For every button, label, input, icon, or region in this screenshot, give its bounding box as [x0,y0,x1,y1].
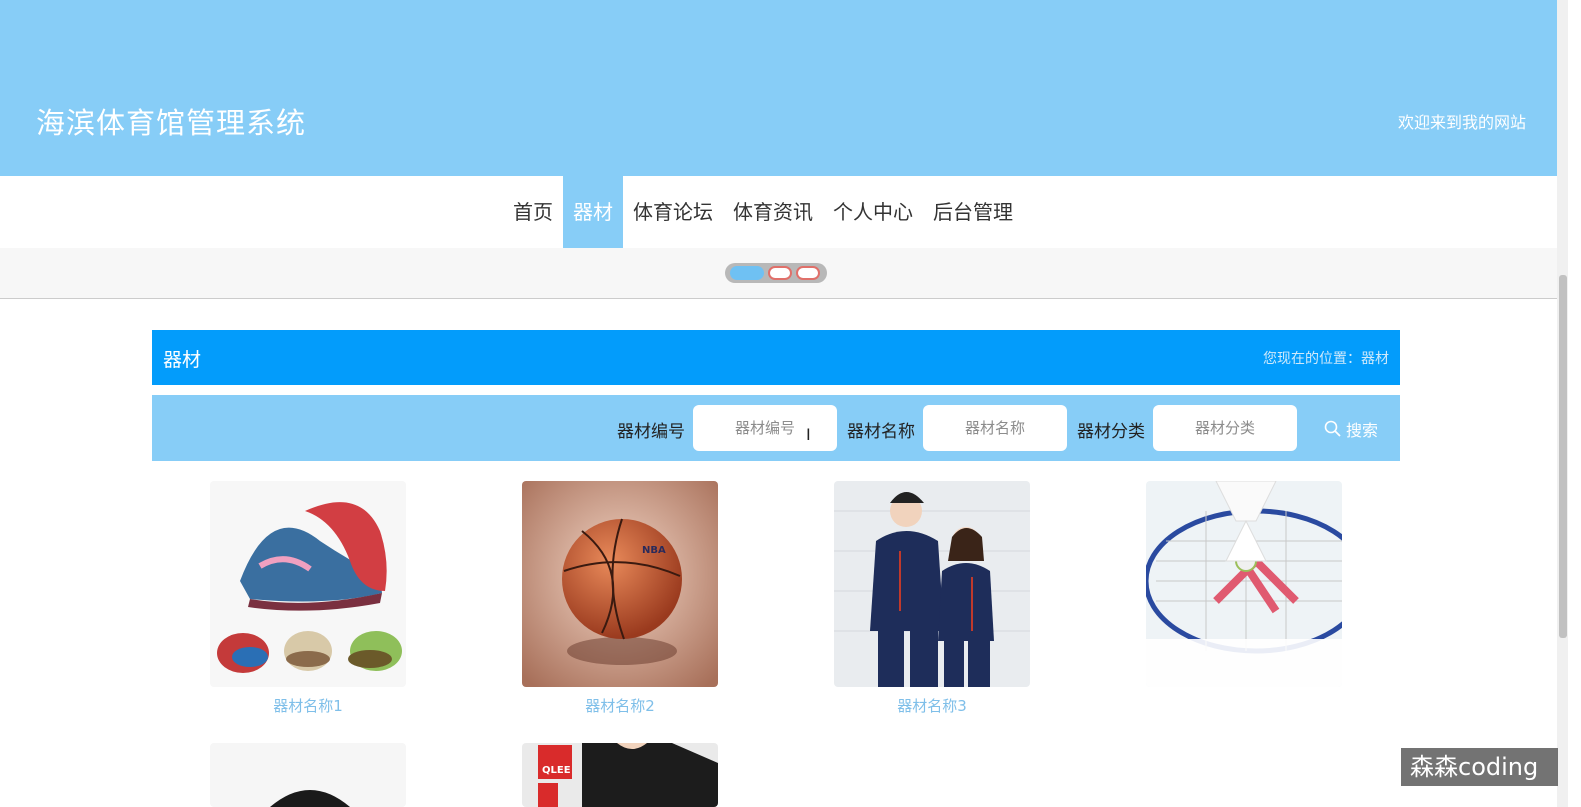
product-card[interactable]: 器材名称3 [834,481,1030,716]
welcome-text: 欢迎来到我的网站 [1397,113,1526,132]
site-header: 海滨体育馆管理系统 欢迎来到我的网站 [0,0,1557,176]
sneakers-image[interactable] [210,481,406,687]
site-title: 海滨体育馆管理系统 [36,106,307,140]
search-button-label: 搜索 [1346,421,1379,440]
nav-item-forum[interactable]: 体育论坛 [623,176,723,248]
product-card[interactable]: NBA 器材名称2 [522,481,718,716]
search-bar: 器材编号 器材名称 器材分类 搜索 [152,395,1400,461]
product-name[interactable]: 器材名称2 [522,695,718,716]
main-nav: 首页 器材 体育论坛 体育资讯 个人中心 后台管理 [0,176,1557,248]
breadcrumb: 您现在的位置：器材 [1263,351,1389,367]
carousel-dot-3[interactable] [796,266,820,280]
badminton-image[interactable] [1146,481,1342,687]
cap-image[interactable] [210,743,406,807]
section-title: 器材 [163,349,202,371]
carousel-indicators [725,263,827,283]
carousel-dot-1[interactable] [730,266,764,280]
text-cursor-icon: I [806,425,811,444]
tracksuit-image[interactable] [834,481,1030,687]
svg-text:QLEE: QLEE [542,765,571,776]
nav-item-equipment[interactable]: 器材 [563,176,623,248]
equipment-category-input[interactable] [1153,405,1297,451]
product-card[interactable] [1146,481,1342,695]
svg-text:NBA: NBA [642,545,666,556]
nav-item-home[interactable]: 首页 [503,176,563,248]
basketball-image[interactable]: NBA [522,481,718,687]
search-button[interactable]: 搜索 [1324,417,1378,441]
nav-item-news[interactable]: 体育资讯 [723,176,823,248]
equipment-number-label: 器材编号 [617,422,685,442]
nav-item-profile[interactable]: 个人中心 [823,176,923,248]
search-icon [1324,420,1341,437]
equipment-category-label: 器材分类 [1077,422,1145,442]
tshirt-image[interactable]: QLEE [522,743,718,807]
product-card[interactable]: 器材名称1 [210,481,406,716]
product-name[interactable]: 器材名称3 [834,695,1030,716]
equipment-number-input[interactable] [693,405,837,451]
nav-item-admin[interactable]: 后台管理 [923,176,1023,248]
section-header: 器材 您现在的位置：器材 [152,330,1400,385]
watermark: 森森coding [1401,748,1558,786]
equipment-name-input[interactable] [923,405,1067,451]
product-name[interactable]: 器材名称1 [210,695,406,716]
product-card[interactable]: QLEE [522,743,718,807]
product-card[interactable] [210,743,406,807]
carousel-dot-2[interactable] [768,266,792,280]
carousel-strip [0,248,1557,299]
page: 海滨体育馆管理系统 欢迎来到我的网站 首页 器材 体育论坛 体育资讯 个人中心 … [0,0,1581,807]
equipment-name-label: 器材名称 [847,422,915,442]
scrollbar-thumb[interactable] [1559,275,1567,638]
